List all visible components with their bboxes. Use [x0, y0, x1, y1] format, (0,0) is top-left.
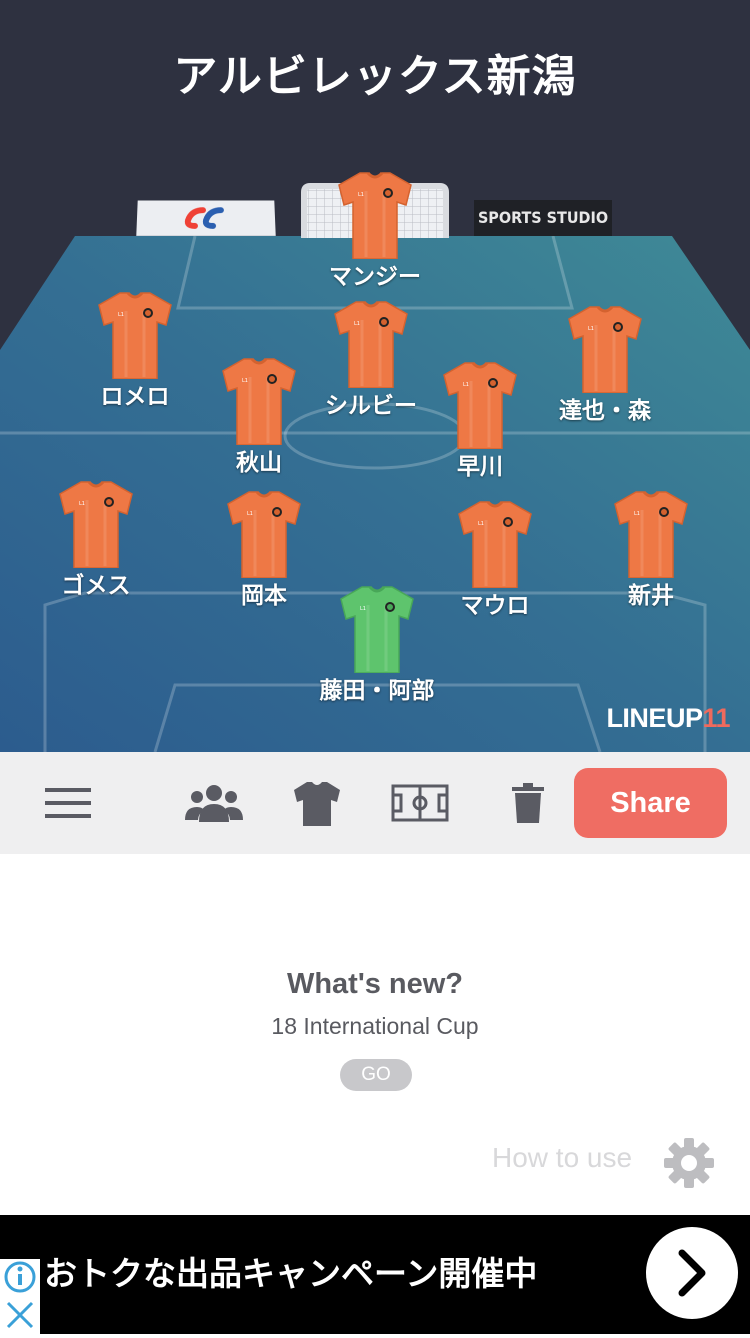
- jersey-icon: L1: [59, 480, 133, 568]
- svg-text:L1: L1: [588, 326, 594, 332]
- jersey-icon: L1: [338, 171, 412, 259]
- whats-new-title: What's new?: [286, 968, 464, 1000]
- whats-new-subtitle: 18 International Cup: [271, 1013, 479, 1039]
- svg-text:L1: L1: [478, 521, 484, 527]
- team-title: アルビレックス新潟: [173, 51, 577, 102]
- player-name: マンジー: [329, 264, 421, 290]
- ad-banner[interactable]: おトクな出品キャンペーン開催中: [0, 1215, 750, 1334]
- svg-text:L1: L1: [358, 192, 364, 198]
- ss-logo-icon: [136, 200, 275, 235]
- players-icon[interactable]: [184, 776, 244, 830]
- ad-info-box[interactable]: [0, 1259, 40, 1334]
- jersey-icon: L1: [568, 305, 642, 393]
- lineup-header: アルビレックス新潟 SPORTS STUDIO L1 マンジー L1 ロメロ L1 シルビ…: [0, 0, 750, 752]
- jersey-icon: L1: [340, 585, 414, 673]
- trash-icon[interactable]: [508, 776, 548, 830]
- ad-arrow-button[interactable]: [646, 1227, 738, 1319]
- svg-text:L1: L1: [247, 511, 253, 517]
- jersey-icon: L1: [98, 291, 172, 379]
- svg-text:L1: L1: [79, 501, 85, 507]
- sports-studio-board: SPORTS STUDIO: [474, 200, 612, 236]
- player-slot[interactable]: L1 秋山: [174, 357, 344, 477]
- share-button[interactable]: Share: [574, 768, 727, 838]
- svg-text:L1: L1: [634, 511, 640, 517]
- info-icon[interactable]: [4, 1261, 36, 1293]
- ad-text: おトクな出品キャンペーン開催中: [44, 1254, 538, 1293]
- jersey-icon: L1: [458, 500, 532, 588]
- gear-icon[interactable]: [663, 1137, 715, 1193]
- player-name: ゴメス: [61, 573, 131, 599]
- ss-sponsor-board: [136, 200, 276, 235]
- jersey-icon: L1: [222, 357, 296, 445]
- svg-text:L1: L1: [360, 606, 366, 612]
- jersey-icon: L1: [227, 490, 301, 578]
- go-button[interactable]: GO: [340, 1059, 412, 1091]
- player-slot[interactable]: L1 マンジー: [290, 171, 460, 291]
- jersey-icon: L1: [614, 490, 688, 578]
- player-slot[interactable]: L1 新井: [566, 490, 736, 610]
- player-name: 新井: [628, 583, 674, 609]
- how-to-use-link[interactable]: How to use: [492, 1142, 632, 1174]
- jersey-icon: L1: [443, 361, 517, 449]
- svg-text:L1: L1: [242, 378, 248, 384]
- svg-text:L1: L1: [463, 382, 469, 388]
- pitch-icon[interactable]: [390, 776, 450, 830]
- chevron-right-icon: [678, 1249, 706, 1297]
- svg-text:L1: L1: [354, 321, 360, 327]
- player-slot[interactable]: L1 早川: [395, 361, 565, 481]
- player-name: 藤田・阿部: [319, 678, 435, 704]
- ad-close-icon[interactable]: [6, 1301, 34, 1329]
- player-slot[interactable]: L1 藤田・阿部: [292, 585, 462, 705]
- player-name: 早川: [457, 454, 503, 480]
- toolbar: Share: [0, 752, 750, 854]
- player-slot[interactable]: L1 ゴメス: [11, 480, 181, 600]
- shirt-icon[interactable]: [292, 776, 342, 830]
- svg-text:L1: L1: [118, 312, 124, 318]
- menu-icon[interactable]: [44, 776, 92, 830]
- lineup11-logo: LINEUP11: [606, 703, 730, 733]
- player-name: 秋山: [236, 450, 282, 476]
